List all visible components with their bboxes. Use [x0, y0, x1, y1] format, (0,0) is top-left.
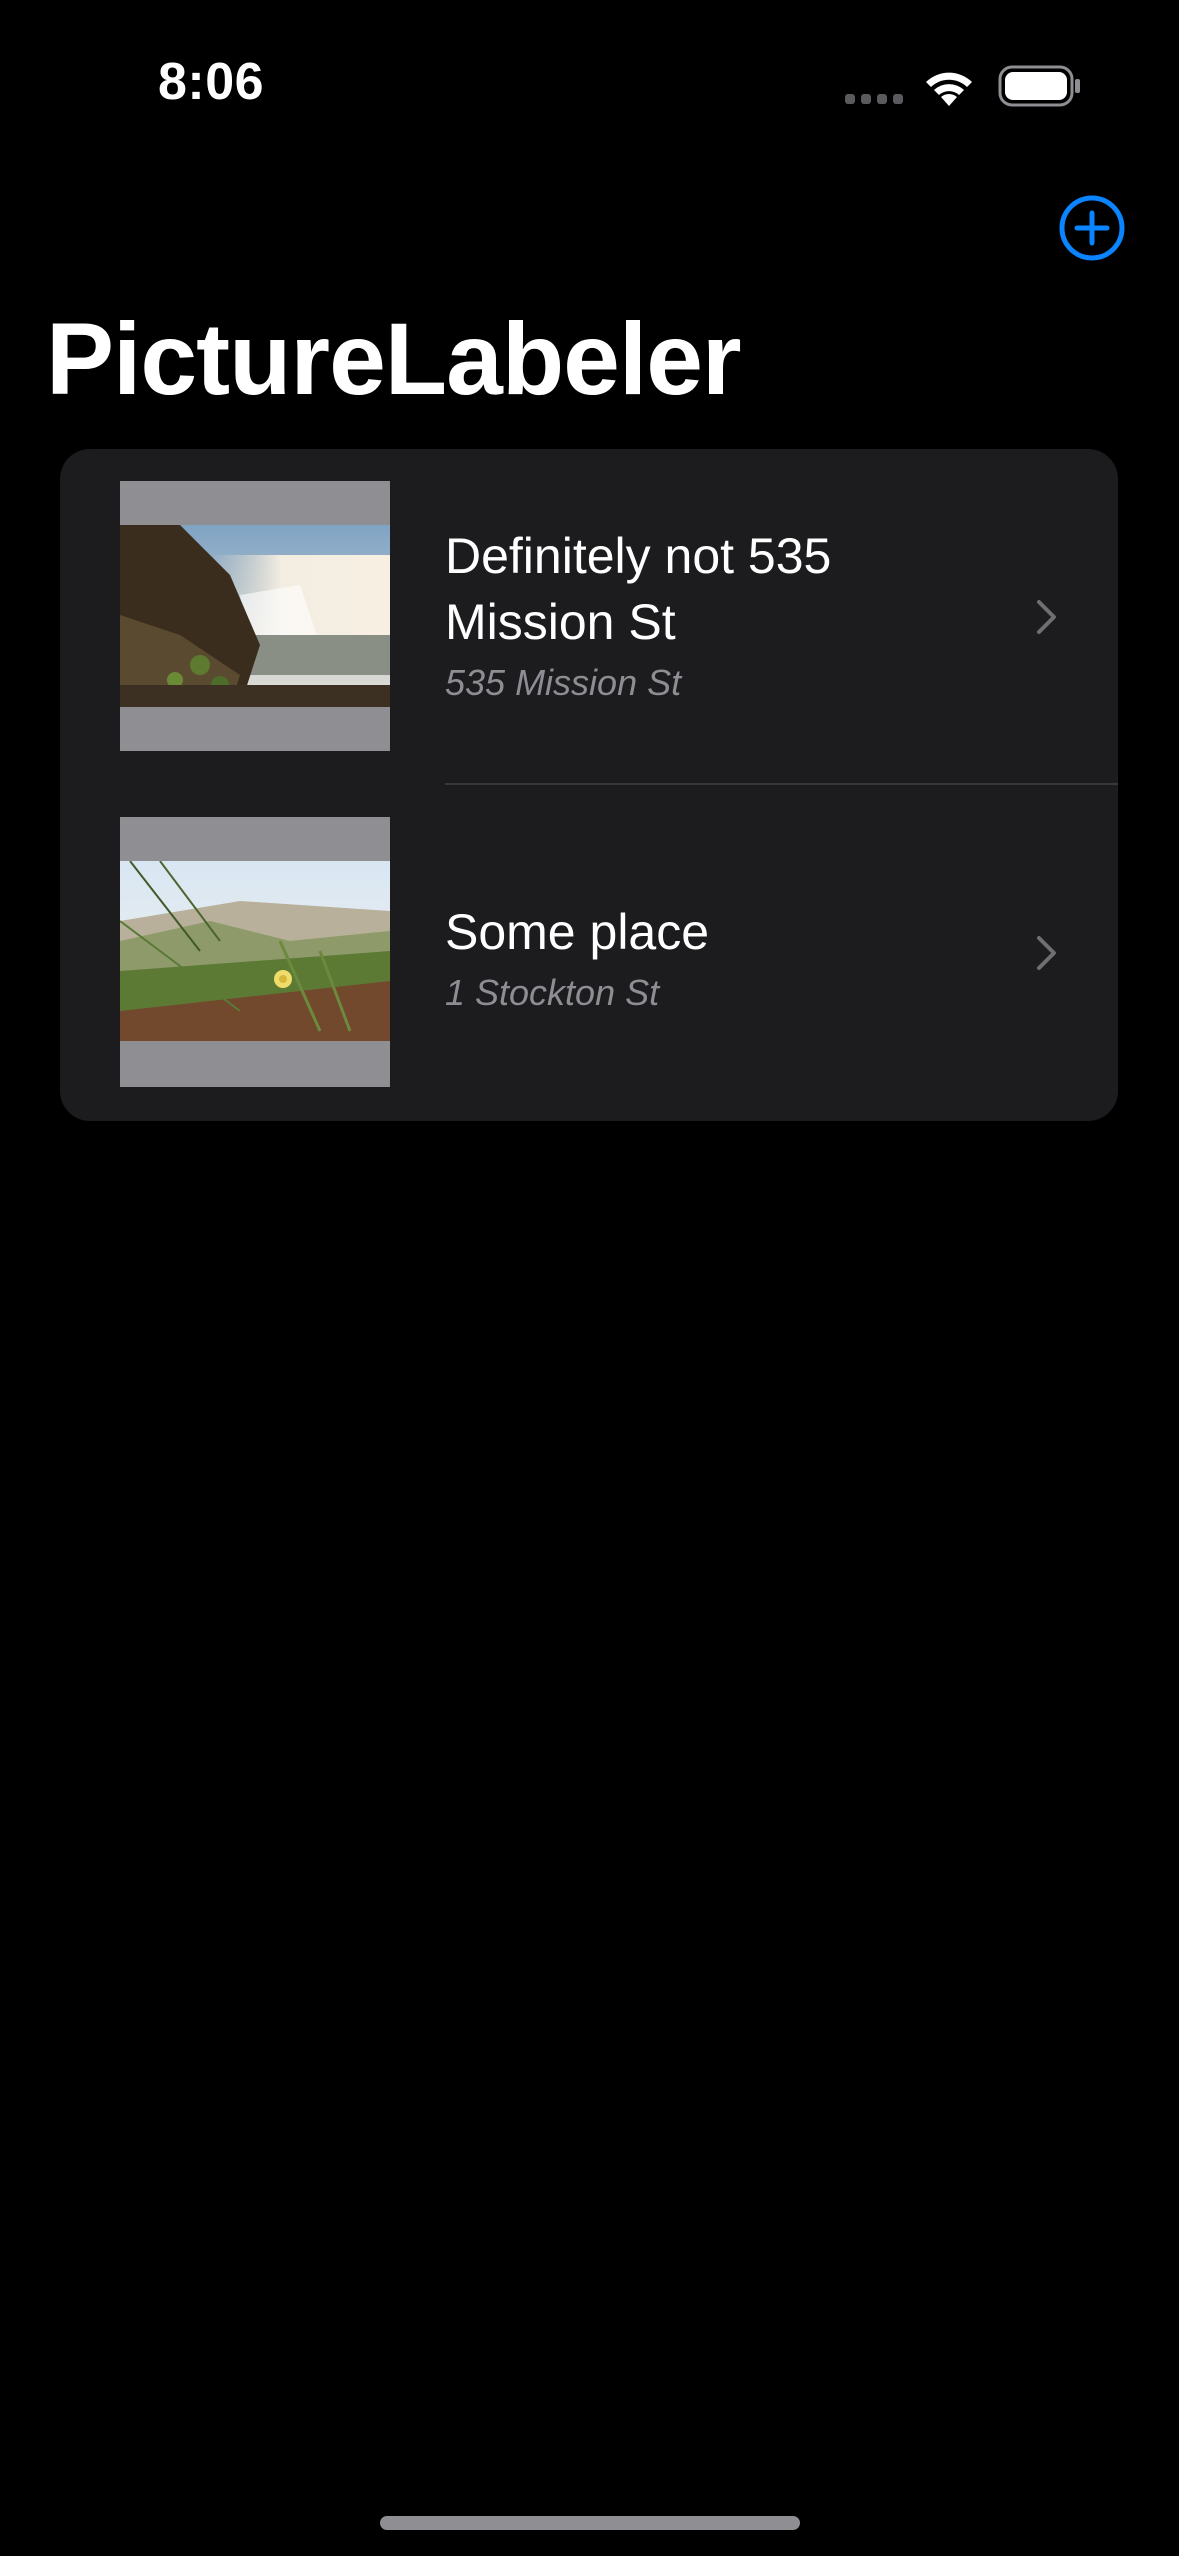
add-button[interactable] — [1058, 194, 1126, 262]
row-text: Definitely not 535 Mission St 535 Missio… — [445, 523, 1005, 707]
row-subtitle: 1 Stockton St — [445, 972, 660, 1013]
status-bar: 8:06 — [0, 0, 1179, 150]
dune-flower-photo — [120, 861, 390, 1041]
row-title: Definitely not 535 Mission St — [445, 528, 832, 650]
row-text: Some place 1 Stockton St — [445, 899, 1005, 1017]
signal-dots-icon — [845, 94, 903, 104]
plus-circle-icon — [1059, 195, 1125, 261]
places-list: Definitely not 535 Mission St 535 Missio… — [60, 449, 1118, 1121]
list-item[interactable]: Some place 1 Stockton St — [60, 785, 1118, 1121]
chevron-right-icon — [1037, 600, 1056, 634]
row-title: Some place — [445, 904, 710, 960]
chevron-right-icon — [1037, 936, 1056, 970]
page-title: PictureLabeler — [46, 302, 742, 416]
row-subtitle: 535 Mission St — [445, 662, 682, 703]
battery-icon — [998, 65, 1080, 107]
list-item[interactable]: Definitely not 535 Mission St 535 Missio… — [60, 449, 1118, 785]
wifi-icon — [926, 72, 972, 106]
status-time: 8:06 — [158, 53, 265, 111]
waterfall-photo — [120, 525, 390, 707]
home-indicator[interactable] — [380, 2516, 800, 2530]
thumbnail-waterfall-photo — [120, 481, 390, 751]
thumbnail-dune-flower-photo — [120, 817, 390, 1087]
